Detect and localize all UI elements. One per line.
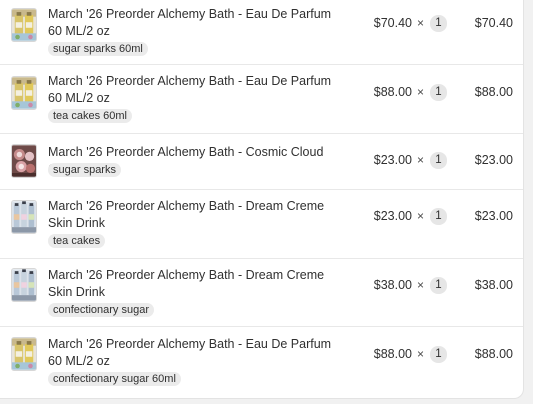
line-total: $23.00 — [474, 153, 513, 167]
multiply-sign: × — [417, 209, 425, 223]
multiply-sign: × — [417, 278, 425, 292]
line-total: $88.00 — [474, 347, 513, 361]
quantity-badge: 1 — [430, 15, 447, 32]
variant-badge: confectionary sugar — [48, 303, 154, 317]
quantity-badge: 1 — [430, 346, 447, 363]
product-title-link[interactable]: March '26 Preorder Alchemy Bath - Dream … — [48, 267, 348, 301]
variant-badge: sugar sparks — [48, 163, 121, 177]
quantity-badge: 1 — [430, 84, 447, 101]
product-thumbnail[interactable] — [11, 200, 37, 234]
product-title-link[interactable]: March '26 Preorder Alchemy Bath - Eau De… — [48, 73, 348, 107]
quantity-badge: 1 — [430, 208, 447, 225]
line-item-row: March '26 Preorder Alchemy Bath - Dream … — [0, 190, 523, 259]
variant-badge: tea cakes — [48, 234, 106, 248]
product-thumbnail[interactable] — [11, 76, 37, 110]
product-thumbnail[interactable] — [11, 337, 37, 371]
line-item-row: March '26 Preorder Alchemy Bath - Cosmic… — [0, 134, 523, 190]
lotion-bottles-icon — [12, 269, 36, 301]
perfume-bottle-icon — [12, 338, 36, 370]
product-title-link[interactable]: March '26 Preorder Alchemy Bath - Eau De… — [48, 336, 348, 370]
order-line-items-card: March '26 Preorder Alchemy Bath - Eau De… — [0, 0, 524, 399]
perfume-bottle-icon — [12, 77, 36, 109]
multiply-sign: × — [417, 16, 425, 30]
unit-price: $23.00 — [373, 209, 412, 223]
quantity-badge: 1 — [430, 277, 447, 294]
variant-badge: sugar sparks 60ml — [48, 42, 148, 56]
product-thumbnail[interactable] — [11, 8, 37, 42]
multiply-sign: × — [417, 85, 425, 99]
unit-price: $88.00 — [373, 347, 412, 361]
line-total: $23.00 — [474, 209, 513, 223]
line-item-row: March '26 Preorder Alchemy Bath - Dream … — [0, 259, 523, 327]
quantity-badge: 1 — [430, 152, 447, 169]
unit-price: $70.40 — [373, 16, 412, 30]
unit-price: $38.00 — [373, 278, 412, 292]
product-title-link[interactable]: March '26 Preorder Alchemy Bath - Eau De… — [48, 6, 348, 40]
unit-price: $88.00 — [373, 85, 412, 99]
line-total: $70.40 — [474, 16, 513, 30]
multiply-sign: × — [417, 153, 425, 167]
product-thumbnail[interactable] — [11, 144, 37, 178]
lotion-bottles-icon — [12, 201, 36, 233]
product-thumbnail[interactable] — [11, 268, 37, 302]
line-total: $88.00 — [474, 85, 513, 99]
line-item-row: March '26 Preorder Alchemy Bath - Eau De… — [0, 0, 523, 65]
line-item-row: March '26 Preorder Alchemy Bath - Eau De… — [0, 65, 523, 134]
line-item-row: March '26 Preorder Alchemy Bath - Eau De… — [0, 327, 523, 398]
unit-price: $23.00 — [373, 153, 412, 167]
variant-badge: confectionary sugar 60ml — [48, 372, 181, 386]
line-total: $38.00 — [474, 278, 513, 292]
variant-badge: tea cakes 60ml — [48, 109, 132, 123]
product-title-link[interactable]: March '26 Preorder Alchemy Bath - Dream … — [48, 198, 348, 232]
multiply-sign: × — [417, 347, 425, 361]
creme-jar-icon — [12, 145, 36, 177]
perfume-bottle-icon — [12, 9, 36, 41]
